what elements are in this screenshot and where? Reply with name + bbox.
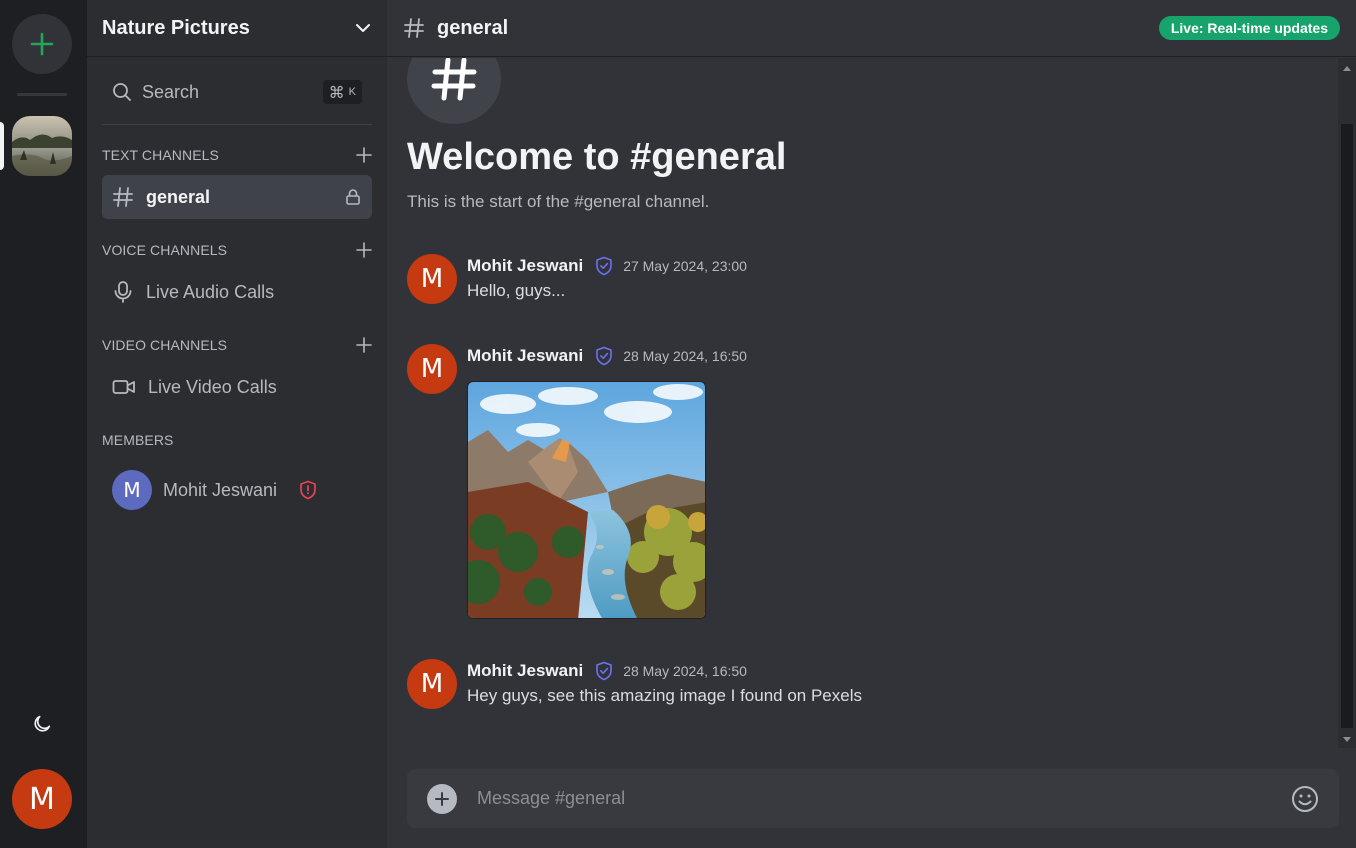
- chevron-down-icon: [356, 24, 370, 32]
- server-header[interactable]: Nature Pictures: [87, 0, 387, 57]
- add-video-channel-icon[interactable]: [356, 337, 372, 353]
- channel-general[interactable]: general: [102, 175, 372, 219]
- video-icon: [112, 380, 135, 394]
- search-button[interactable]: Search ⌘ K: [102, 72, 372, 112]
- server-icon-nature-pictures[interactable]: [12, 116, 72, 176]
- avatar[interactable]: M: [407, 344, 457, 394]
- mic-icon: [114, 281, 132, 303]
- avatar[interactable]: M: [407, 659, 457, 709]
- scroll-thumb[interactable]: [1341, 124, 1353, 728]
- verified-shield-icon: [595, 256, 613, 276]
- section-label: MEMBERS: [102, 432, 174, 448]
- section-label: TEXT CHANNELS: [102, 147, 219, 163]
- section-label: VIDEO CHANNELS: [102, 337, 228, 353]
- message-text: Hey guys, see this amazing image I found…: [467, 686, 862, 705]
- channel-live-audio-calls[interactable]: Live Audio Calls: [102, 270, 372, 314]
- search-icon: [113, 83, 131, 101]
- k-key: K: [348, 86, 356, 98]
- member-item[interactable]: M Mohit Jeswani: [112, 470, 317, 510]
- members-header: MEMBERS: [102, 430, 372, 450]
- server-rail: M: [0, 0, 87, 848]
- hash-icon: [113, 187, 133, 207]
- channel-sidebar: Nature Pictures Search ⌘ K TEXT CHANNELS…: [87, 0, 387, 848]
- chat-header: general Live: Real-time updates: [387, 0, 1356, 57]
- video-channels-header: VIDEO CHANNELS: [102, 335, 372, 355]
- message-author[interactable]: Mohit Jeswani: [467, 661, 583, 681]
- sidebar-divider: [102, 124, 372, 125]
- message-composer: [407, 769, 1339, 828]
- welcome-subtitle: This is the start of the #general channe…: [407, 192, 710, 211]
- add-voice-channel-icon[interactable]: [356, 242, 372, 258]
- message-scrollbar[interactable]: [1338, 58, 1356, 748]
- message-author[interactable]: Mohit Jeswani: [467, 256, 583, 276]
- shield-alert-icon: [299, 480, 317, 500]
- channel-name: Live Video Calls: [148, 376, 277, 397]
- emoji-button[interactable]: [1291, 785, 1319, 813]
- channel-live-video-calls[interactable]: Live Video Calls: [102, 365, 372, 409]
- add-text-channel-icon[interactable]: [356, 147, 372, 163]
- moon-icon: [34, 715, 51, 732]
- add-server-button[interactable]: [12, 14, 72, 74]
- hash-icon: [404, 18, 424, 38]
- plus-icon: [435, 791, 449, 806]
- avatar[interactable]: M: [407, 254, 457, 304]
- attach-button[interactable]: [427, 783, 457, 814]
- text-channels-header: TEXT CHANNELS: [102, 145, 372, 165]
- welcome-title: Welcome to #general: [407, 136, 787, 178]
- channel-name: general: [146, 186, 211, 207]
- lake-landscape-image: [12, 116, 72, 176]
- server-name: Nature Pictures: [102, 16, 250, 39]
- theme-toggle-button[interactable]: [26, 708, 58, 740]
- message-input[interactable]: [477, 788, 1291, 809]
- scroll-up-arrow[interactable]: [1343, 66, 1351, 71]
- message-list[interactable]: Welcome to #general This is the start of…: [387, 58, 1338, 748]
- message-text: Hello, guys...: [467, 281, 566, 300]
- message-timestamp: 28 May 2024, 16:50: [623, 348, 747, 364]
- message-author[interactable]: Mohit Jeswani: [467, 346, 583, 366]
- search-label: Search: [142, 81, 200, 102]
- member-name: Mohit Jeswani: [163, 479, 278, 500]
- channel-title: general: [437, 16, 509, 39]
- welcome-hash-icon: [407, 58, 501, 124]
- search-shortcut: ⌘ K: [322, 80, 362, 104]
- rail-separator: [17, 93, 67, 96]
- message-image[interactable]: [467, 381, 706, 619]
- smile-icon: [1292, 785, 1318, 812]
- plus-icon: [30, 32, 54, 56]
- user-avatar[interactable]: M: [12, 769, 72, 829]
- avatar: M: [112, 470, 152, 510]
- lock-icon: [346, 189, 360, 205]
- live-status-badge: Live: Real-time updates: [1158, 16, 1340, 40]
- message-timestamp: 28 May 2024, 16:50: [623, 663, 747, 679]
- active-server-indicator: [0, 122, 4, 170]
- verified-shield-icon: [595, 346, 613, 366]
- section-label: VOICE CHANNELS: [102, 242, 228, 258]
- scroll-down-arrow[interactable]: [1343, 737, 1351, 742]
- command-key: ⌘: [328, 82, 345, 102]
- channel-name: Live Audio Calls: [146, 281, 275, 302]
- message-timestamp: 27 May 2024, 23:00: [623, 258, 747, 274]
- verified-shield-icon: [595, 661, 613, 681]
- voice-channels-header: VOICE CHANNELS: [102, 240, 372, 260]
- canyon-river-image: [468, 382, 705, 618]
